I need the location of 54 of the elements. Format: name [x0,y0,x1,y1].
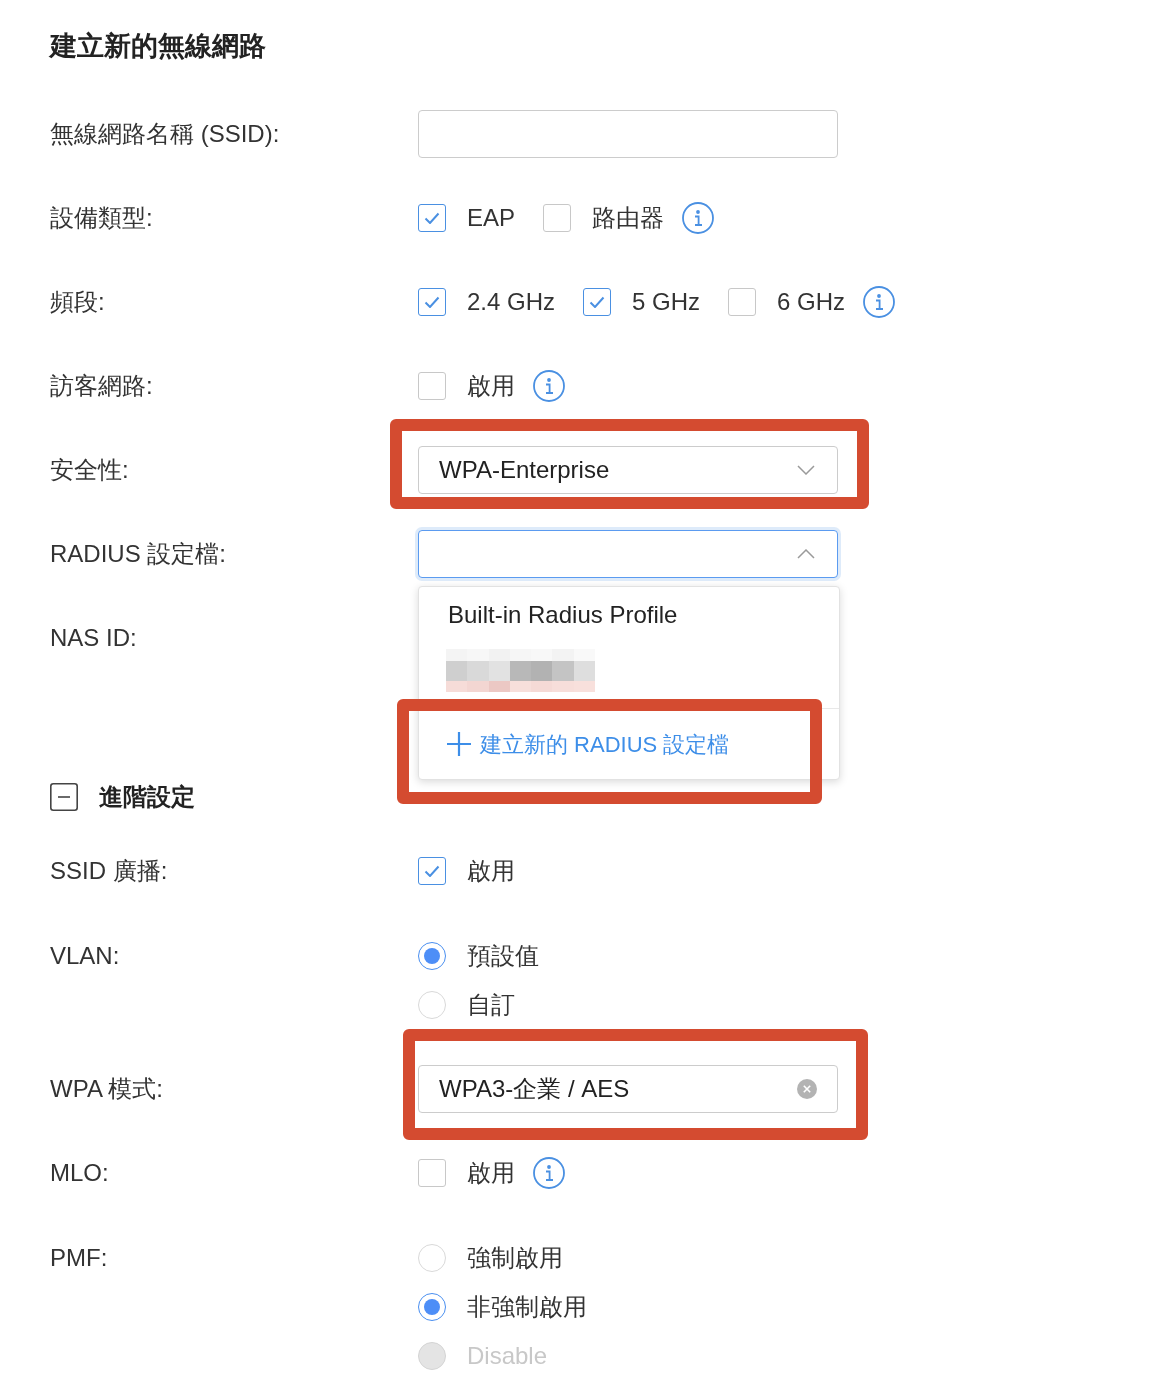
chevron-up-icon [797,549,815,559]
field-label: NAS ID: [50,623,137,653]
field-label: 頻段: [50,287,105,317]
checkbox[interactable] [418,288,446,316]
page-title: 建立新的無線網路 [50,30,266,63]
select-field[interactable]: WPA3-企業 / AES [418,1065,838,1113]
checkbox[interactable] [418,857,446,885]
radio-label[interactable]: 非強制啟用 [467,1291,587,1322]
select-field[interactable] [418,530,838,578]
checkbox-label[interactable]: 啟用 [467,371,515,401]
field-label: MLO: [50,1158,109,1188]
info-icon[interactable] [533,370,565,402]
radio-label[interactable]: 預設值 [467,940,539,971]
plus-icon [446,731,472,757]
collapse-icon[interactable] [50,783,78,811]
radio-label[interactable]: 自訂 [467,989,515,1020]
field-label: VLAN: [50,940,120,971]
field-label: PMF: [50,1242,108,1273]
input-field[interactable] [418,110,838,158]
field-label: WPA 模式: [50,1074,163,1104]
field-label: 訪客網路: [50,371,153,401]
field-label: 無線網路名稱 (SSID): [50,119,280,149]
field-label: SSID 廣播: [50,856,168,886]
field-label: 安全性: [50,455,129,485]
info-icon[interactable] [533,1157,565,1189]
select-field[interactable]: WPA-Enterprise [418,446,838,494]
checkbox[interactable] [583,288,612,316]
check-icon [424,296,440,308]
checkbox-label[interactable]: 2.4 GHz [467,287,556,317]
radio-label[interactable]: 強制啟用 [467,1242,563,1273]
check-icon [589,296,606,308]
field-label: RADIUS 設定檔: [50,539,226,569]
checkbox[interactable] [418,204,446,232]
checkbox-label[interactable]: 啟用 [467,856,515,886]
info-icon[interactable] [863,286,896,318]
chevron-down-icon [797,465,815,475]
checkbox[interactable] [418,372,446,400]
checkbox-label[interactable]: 6 GHz [777,287,846,317]
info-icon[interactable] [682,202,715,234]
radio-button[interactable] [418,1292,446,1321]
clear-icon[interactable] [797,1079,817,1099]
field-label: 設備類型: [50,203,153,233]
checkbox-label[interactable]: 路由器 [592,203,665,233]
radio-button[interactable] [418,941,446,970]
checkbox[interactable] [543,204,572,232]
check-icon [424,865,440,877]
checkbox[interactable] [728,288,757,316]
checkbox-label[interactable]: EAP [467,203,516,233]
checkbox-label[interactable]: 5 GHz [632,287,701,317]
checkbox-label[interactable]: 啟用 [467,1158,515,1188]
checkbox[interactable] [418,1159,446,1187]
menu-option[interactable]: Built-in Radius Profile [419,593,839,637]
check-icon [424,212,440,224]
section-heading[interactable]: 進階設定 [99,782,195,812]
